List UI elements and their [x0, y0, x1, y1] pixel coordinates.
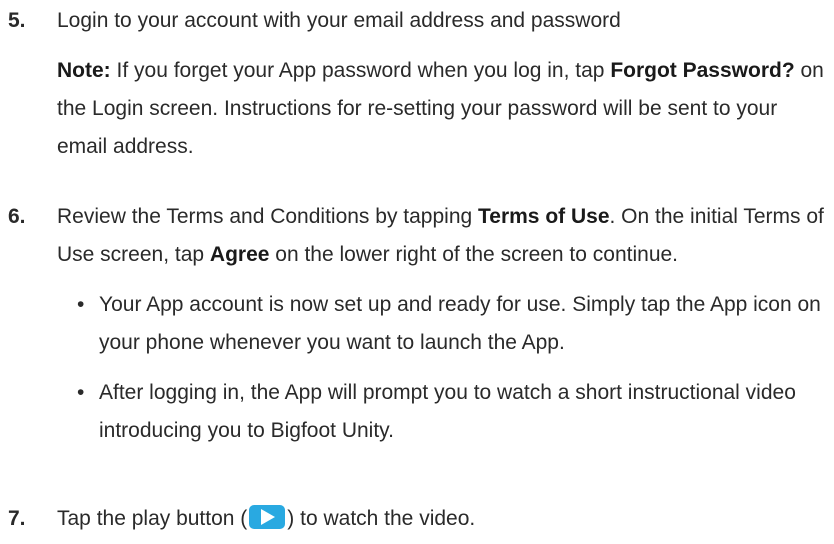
step-body: Review the Terms and Conditions by tappi… — [57, 198, 828, 450]
step-body: Tap the play button ( ) to watch the vide… — [57, 500, 828, 538]
agree-label: Agree — [209, 243, 270, 266]
bullet-icon: • — [77, 381, 85, 404]
step-text: Tap the play button ( ) to watch the vide… — [57, 500, 828, 538]
step-text-b: ) to watch the video. — [287, 507, 476, 530]
bullet-icon: • — [77, 293, 85, 316]
step-text: Review the Terms and Conditions by tappi… — [57, 198, 828, 274]
step-body: Login to your account with your email ad… — [57, 2, 828, 166]
note-text-a: If you forget your App password when you… — [110, 59, 611, 82]
list-item: • Your App account is now set up and rea… — [77, 286, 828, 362]
step-text-a: Review the Terms and Conditions by tappi… — [57, 205, 479, 228]
instructions-page: 5. Login to your account with your email… — [0, 0, 834, 544]
step-text: Login to your account with your email ad… — [57, 9, 621, 32]
step-text-a: Tap the play button ( — [57, 507, 248, 530]
list-item: • After logging in, the App will prompt … — [77, 374, 828, 450]
step-number: 5. — [8, 9, 26, 32]
terms-of-use-label: Terms of Use — [478, 205, 610, 228]
play-icon — [249, 505, 286, 529]
bullet-text: After logging in, the App will prompt yo… — [99, 381, 796, 442]
step-number: 7. — [8, 507, 26, 530]
step-text-c: on the lower right of the screen to cont… — [269, 243, 679, 266]
note-paragraph: Note: If you forget your App password wh… — [57, 52, 828, 166]
note-label: Note: — [57, 59, 111, 82]
bullet-text: Your App account is now set up and ready… — [99, 293, 821, 354]
step-number: 6. — [8, 205, 26, 228]
forgot-password-label: Forgot Password? — [610, 59, 795, 82]
